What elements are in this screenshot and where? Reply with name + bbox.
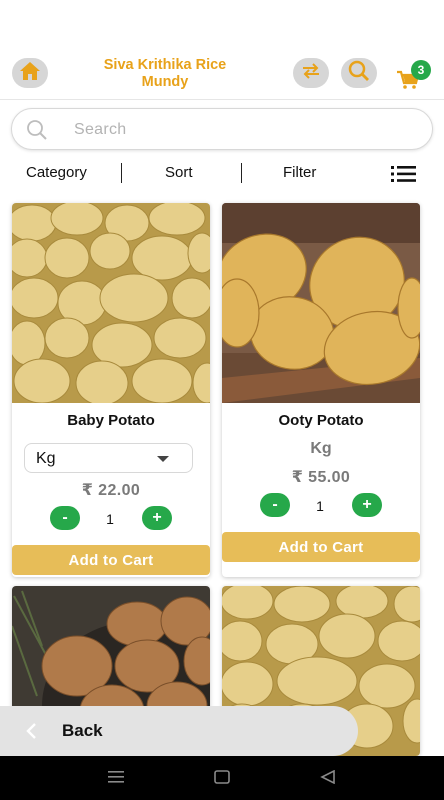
divider — [241, 163, 242, 183]
search-placeholder: Search — [74, 121, 127, 138]
filter-bar: Category Sort Filter — [0, 160, 444, 188]
category-button[interactable]: Category — [26, 164, 87, 181]
product-price: ₹ 22.00 — [81, 482, 141, 499]
cart-count-badge: 3 — [411, 60, 431, 80]
product-name: Ooty Potato — [278, 412, 364, 429]
unit-dropdown[interactable]: Kg — [24, 443, 193, 473]
search-field-icon — [26, 119, 48, 146]
back-label: Back — [62, 721, 103, 740]
list-view-icon[interactable] — [391, 165, 417, 188]
filter-button[interactable]: Filter — [283, 164, 316, 181]
product-unit: Kg — [310, 440, 332, 457]
home-icon — [18, 60, 42, 87]
product-image-baby-potato[interactable] — [12, 203, 210, 403]
decrease-qty-button[interactable]: - — [260, 493, 290, 517]
store-title-line2: Mundy — [141, 74, 189, 90]
system-navigation-bar — [0, 756, 444, 800]
chevron-down-icon — [157, 456, 169, 462]
product-card[interactable]: Ooty Potato Kg ₹ 55.00 - 1 + Add to Cart — [222, 203, 420, 577]
increase-qty-button[interactable]: + — [142, 506, 172, 530]
store-title-line1: Siva Krithika Rice — [103, 57, 227, 73]
home-button[interactable] — [12, 58, 48, 88]
decrease-qty-button[interactable]: - — [50, 506, 80, 530]
add-to-cart-button[interactable]: Add to Cart — [222, 532, 420, 562]
chevron-left-icon — [24, 721, 38, 746]
menu-icon[interactable] — [108, 770, 124, 789]
sort-button[interactable]: Sort — [165, 164, 193, 181]
store-title: Siva Krithika Rice Mundy — [80, 57, 250, 91]
swap-icon — [300, 62, 322, 85]
header-search-button[interactable] — [341, 58, 377, 88]
quantity-value: 1 — [316, 498, 324, 514]
search-input[interactable]: Search — [11, 108, 433, 150]
search-icon — [348, 60, 370, 87]
add-to-cart-button[interactable]: Add to Cart — [12, 545, 210, 575]
divider — [121, 163, 122, 183]
cart-button[interactable]: 3 — [396, 56, 436, 92]
swap-button[interactable] — [293, 58, 329, 88]
increase-qty-button[interactable]: + — [352, 493, 382, 517]
product-name: Baby Potato — [67, 412, 155, 429]
back-triangle-icon[interactable] — [320, 769, 336, 789]
home-square-icon[interactable] — [214, 770, 230, 789]
app-header: Siva Krithika Rice Mundy 3 — [0, 48, 444, 100]
unit-selected-value: Kg — [36, 450, 56, 467]
back-button[interactable]: Back — [0, 706, 358, 756]
product-image-ooty-potato[interactable] — [222, 203, 420, 403]
product-card[interactable]: Baby Potato Kg ₹ 22.00 - 1 + Add to Cart — [12, 203, 210, 577]
product-price: ₹ 55.00 — [291, 469, 351, 486]
quantity-value: 1 — [106, 511, 114, 527]
